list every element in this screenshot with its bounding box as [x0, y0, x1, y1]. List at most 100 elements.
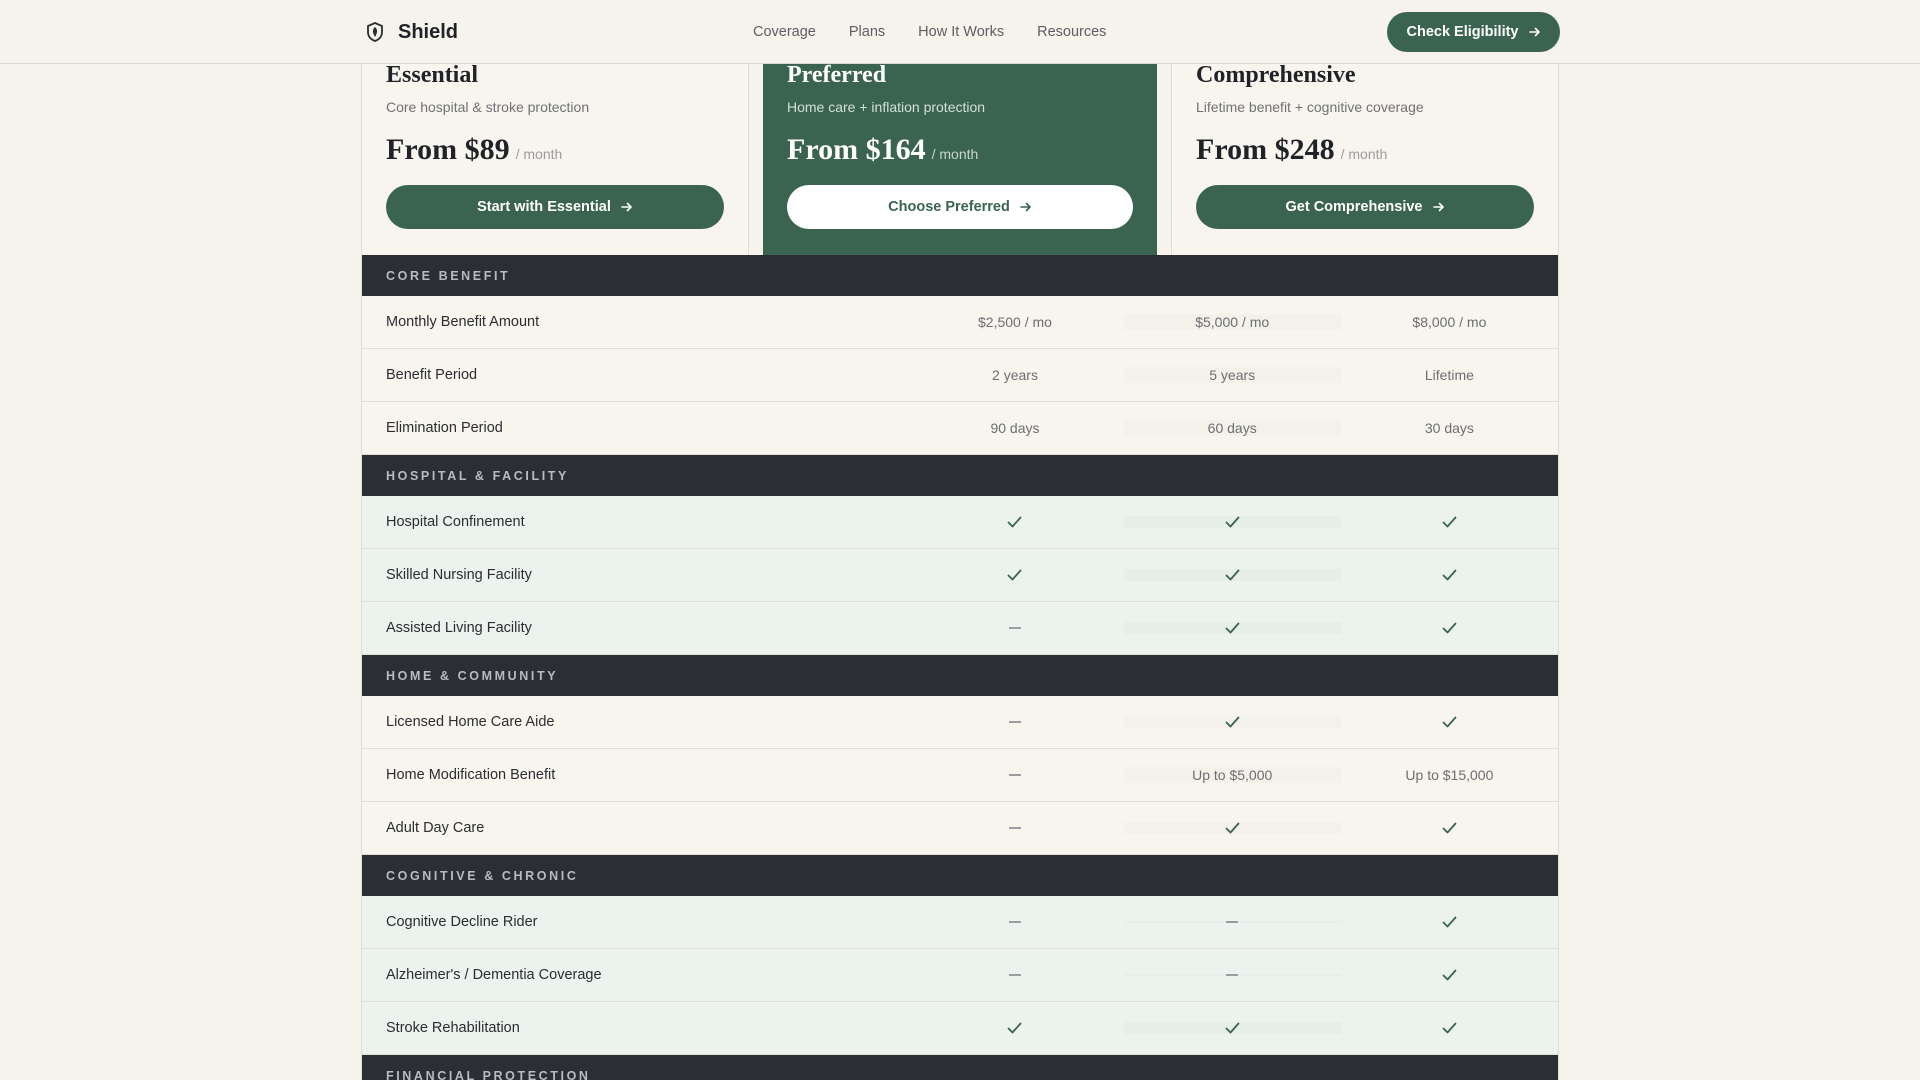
value-cell: 30 days — [1424, 420, 1474, 436]
included-cell — [1341, 622, 1558, 634]
checkmark-icon — [1442, 969, 1457, 981]
table-row: Benefit Period 2 years 5 years Lifetime — [362, 349, 1558, 402]
value-cell: $5,000 / mo — [1124, 314, 1341, 330]
plan-price-row: From $248 / month — [1196, 133, 1534, 167]
dash-icon — [1008, 627, 1021, 629]
plan-price-period: / month — [1340, 146, 1388, 162]
plan-subtitle: Home care + inflation protection — [787, 99, 986, 115]
arrow-right-icon — [1528, 27, 1540, 37]
dash-icon — [1226, 921, 1239, 923]
nav-link-plans[interactable]: Plans — [849, 24, 885, 40]
plan-button-label: Choose Preferred — [888, 199, 1010, 215]
included-cell — [1341, 916, 1558, 928]
plan-button-label: Get Comprehensive — [1285, 199, 1423, 215]
included-cell — [1341, 969, 1558, 981]
dash-icon — [1008, 974, 1021, 976]
nav-link-resources[interactable]: Resources — [1037, 24, 1106, 40]
checkmark-icon — [1225, 569, 1240, 581]
feature-label: Licensed Home Care Aide — [386, 714, 555, 730]
dash-icon — [1008, 721, 1021, 723]
arrow-right-icon — [1432, 202, 1444, 212]
plan-price: From $164 — [787, 133, 926, 166]
dash-icon — [1226, 974, 1239, 976]
feature-label: Benefit Period — [386, 367, 478, 383]
table-row: Assisted Living Facility — [362, 602, 1558, 655]
plan-name: Comprehensive — [1196, 62, 1356, 88]
feature-label: Home Modification Benefit — [386, 767, 556, 783]
table-row: Alzheimer's / Dementia Coverage — [362, 949, 1558, 1002]
table-row: Skilled Nursing Facility — [362, 549, 1558, 602]
plan-price-row: From $164 / month — [787, 133, 1133, 167]
included-cell — [1341, 516, 1558, 528]
plan-price: From $248 — [1196, 133, 1335, 166]
checkmark-icon — [1442, 622, 1457, 634]
not-included-cell — [906, 627, 1123, 629]
included-cell — [906, 1022, 1123, 1034]
dash-icon — [1008, 921, 1021, 923]
start-with-essential-button[interactable]: Start with Essential — [386, 185, 724, 229]
section-header: HOSPITAL & FACILITY — [362, 455, 1558, 496]
nav-link-how-it-works[interactable]: How It Works — [918, 24, 1004, 40]
checkmark-icon — [1225, 716, 1240, 728]
plan-name: Preferred — [787, 62, 887, 88]
choose-preferred-button[interactable]: Choose Preferred — [787, 185, 1133, 229]
brand-name: Shield — [398, 20, 459, 43]
get-comprehensive-button[interactable]: Get Comprehensive — [1196, 185, 1534, 229]
dash-icon — [1008, 827, 1021, 829]
included-cell — [1124, 1022, 1341, 1034]
not-included-cell — [906, 721, 1123, 723]
not-included-cell — [906, 827, 1123, 829]
section-header: HOME & COMMUNITY — [362, 655, 1558, 696]
checkmark-icon — [1225, 622, 1240, 634]
checkmark-icon — [1442, 716, 1457, 728]
value-cell: 2 years — [992, 367, 1038, 383]
included-cell — [1124, 569, 1341, 581]
not-included-cell — [1124, 974, 1341, 976]
value-cell: 90 days — [990, 420, 1040, 436]
not-included-cell — [906, 774, 1123, 776]
section-header: FINANCIAL PROTECTION — [362, 1055, 1558, 1080]
plan-card-preferred: Preferred Home care + inflation protecti… — [763, 40, 1157, 255]
plan-price-row: From $89 / month — [386, 133, 724, 167]
checkmark-icon — [1008, 516, 1022, 528]
included-cell — [906, 569, 1123, 581]
included-cell — [1124, 822, 1341, 834]
plan-card-comprehensive: Comprehensive Lifetime benefit + cogniti… — [1171, 40, 1559, 255]
feature-label: Monthly Benefit Amount — [386, 314, 540, 330]
checkmark-icon — [1442, 1022, 1457, 1034]
checkmark-icon — [1442, 822, 1457, 834]
brand-logo[interactable]: Shield — [366, 0, 458, 64]
plan-subtitle: Core hospital & stroke protection — [386, 99, 590, 115]
check-eligibility-label: Check Eligibility — [1406, 24, 1519, 40]
feature-label: Assisted Living Facility — [386, 620, 532, 636]
included-cell — [1341, 716, 1558, 728]
included-cell — [906, 516, 1123, 528]
nav-link-coverage[interactable]: Coverage — [753, 24, 816, 40]
plan-card-essential: Essential Core hospital & stroke protect… — [361, 40, 749, 255]
included-cell — [1124, 622, 1341, 634]
check-eligibility-button[interactable]: Check Eligibility — [1387, 12, 1560, 52]
table-row: Cognitive Decline Rider — [362, 896, 1558, 949]
top-navigation: Shield Coverage Plans How It Works Resou… — [0, 0, 1920, 64]
checkmark-icon — [1442, 569, 1457, 581]
checkmark-icon — [1442, 916, 1457, 928]
value-cell: Lifetime — [1424, 367, 1474, 383]
feature-label: Skilled Nursing Facility — [386, 567, 532, 583]
checkmark-icon — [1225, 516, 1240, 528]
feature-label: Stroke Rehabilitation — [386, 1020, 520, 1036]
dash-icon — [1008, 774, 1021, 776]
feature-label: Elimination Period — [386, 420, 503, 436]
value-cell: 60 days — [1124, 420, 1341, 436]
included-cell — [1124, 716, 1341, 728]
value-cell: $2,500 / mo — [978, 314, 1052, 330]
table-row: Monthly Benefit Amount $2,500 / mo $5,000 … — [362, 296, 1558, 349]
value-cell: Up to $5,000 — [1124, 767, 1341, 783]
arrow-right-icon — [621, 202, 632, 212]
plan-button-label: Start with Essential — [477, 199, 611, 215]
checkmark-icon — [1442, 516, 1457, 528]
value-cell: $8,000 / mo — [1412, 314, 1487, 330]
feature-label: Adult Day Care — [386, 820, 485, 836]
not-included-cell — [906, 974, 1123, 976]
section-header: COGNITIVE & CHRONIC — [362, 855, 1558, 896]
not-included-cell — [906, 921, 1123, 923]
